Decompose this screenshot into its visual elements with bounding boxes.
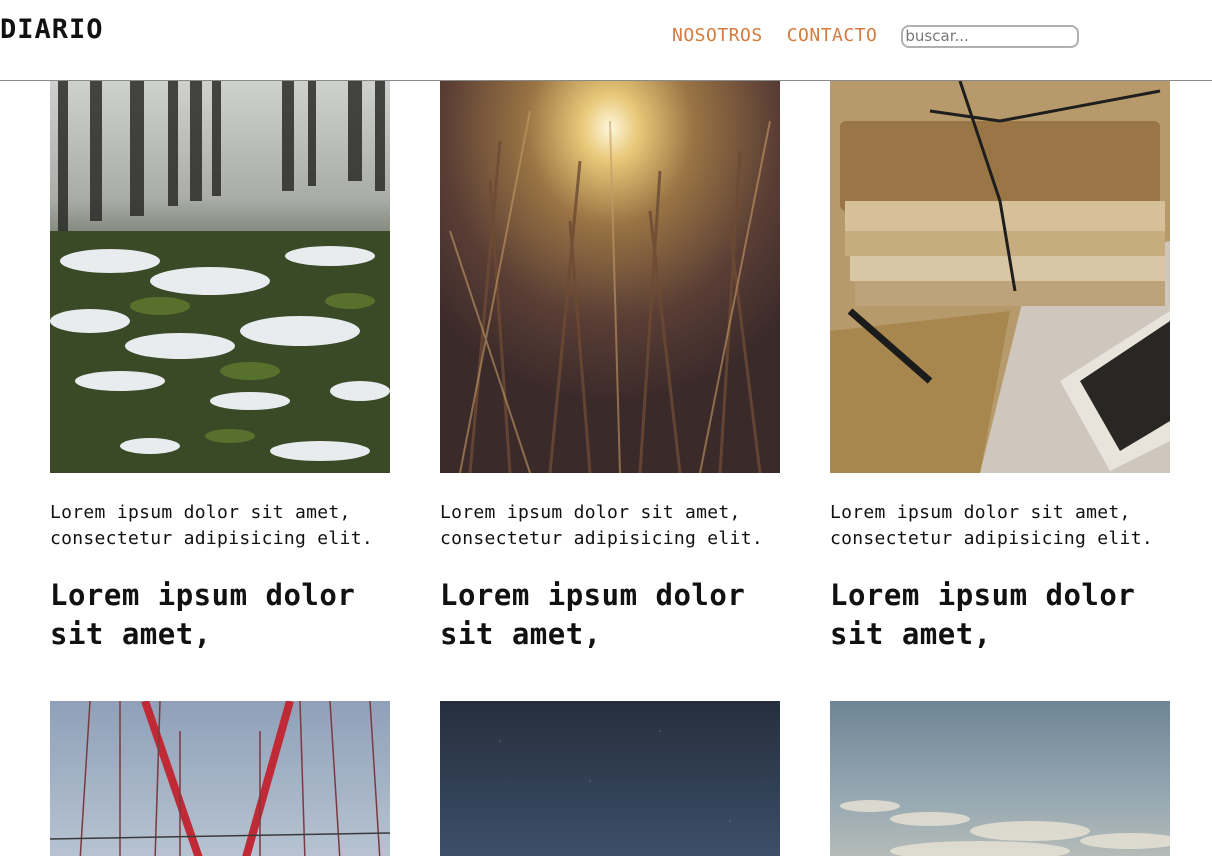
search-input[interactable] — [901, 24, 1080, 48]
post-image-night-sky[interactable] — [440, 701, 780, 856]
nav-link-contacto[interactable]: CONTACTO — [787, 24, 878, 48]
post-card[interactable] — [440, 701, 780, 856]
post-card[interactable] — [50, 701, 390, 856]
site-header: DIARIO NOSOTROS CONTACTO — [0, 0, 1212, 81]
post-image-clouds-sky[interactable] — [830, 701, 1170, 856]
post-card[interactable]: Lorem ipsum dolor sit amet, consectetur … — [440, 81, 780, 654]
post-image-snowy-forest[interactable] — [50, 81, 390, 473]
post-card[interactable]: Lorem ipsum dolor sit amet, consectetur … — [830, 81, 1170, 654]
nav-link-nosotros[interactable]: NOSOTROS — [672, 24, 763, 48]
post-title[interactable]: Lorem ipsum dolor sit amet, — [830, 576, 1170, 654]
post-excerpt: Lorem ipsum dolor sit amet, consectetur … — [50, 502, 373, 549]
post-card[interactable]: Lorem ipsum dolor sit amet, consectetur … — [50, 81, 390, 654]
post-image-red-bridge[interactable] — [50, 701, 390, 856]
post-image-sunlit-grass[interactable] — [440, 81, 780, 473]
main-nav: NOSOTROS CONTACTO — [672, 24, 1080, 48]
post-card[interactable] — [830, 701, 1170, 856]
post-excerpt: Lorem ipsum dolor sit amet, consectetur … — [830, 502, 1153, 549]
site-logo[interactable]: DIARIO — [0, 14, 104, 45]
post-excerpt: Lorem ipsum dolor sit amet, consectetur … — [440, 502, 763, 549]
post-image-bundled-letters[interactable] — [830, 81, 1170, 473]
post-title[interactable]: Lorem ipsum dolor sit amet, — [440, 576, 780, 654]
post-title[interactable]: Lorem ipsum dolor sit amet, — [50, 576, 390, 654]
